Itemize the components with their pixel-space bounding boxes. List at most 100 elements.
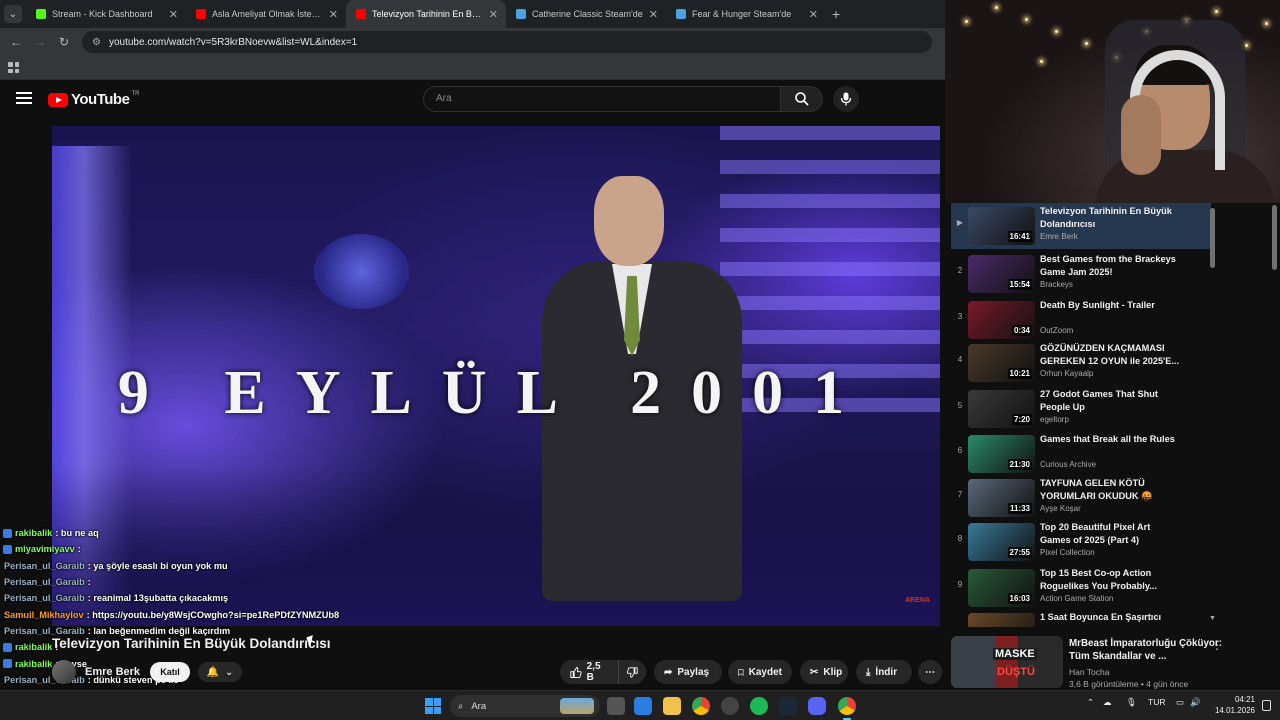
site-info-icon[interactable]: ⚙	[92, 37, 101, 48]
url-field[interactable]: ⚙ youtube.com/watch?v=5R3krBNoevw&list=W…	[82, 31, 932, 53]
chrome-active-icon[interactable]	[838, 697, 856, 720]
like-button[interactable]: 2,5 B	[560, 660, 618, 684]
playlist-item-title[interactable]: 27 Godot Games That Shut People Up	[1040, 388, 1180, 414]
playlist-scrollbar[interactable]	[1210, 208, 1215, 268]
playlist-item[interactable]: ▶ 16:41 Televizyon Tarihinin En Büyük Dola…	[951, 203, 1211, 249]
channel-info[interactable]: Emre Berk	[52, 660, 140, 684]
search-input[interactable]: Ara	[423, 86, 781, 112]
playlist-item-title[interactable]: GÖZÜNÜZDEN KAÇMAMASI GEREKEN 12 OYUN ile…	[1040, 342, 1180, 368]
more-icon[interactable]: ⋮	[1211, 638, 1223, 652]
playlist-item-title[interactable]: Top 20 Beautiful Pixel Art Games of 2025…	[1040, 521, 1180, 547]
playlist-item-channel[interactable]: Action Game Station	[1040, 594, 1113, 603]
save-button[interactable]: Kaydet	[728, 660, 792, 684]
page-scrollbar[interactable]	[1272, 205, 1277, 270]
new-tab-button[interactable]: +	[832, 6, 840, 22]
playlist-item-title[interactable]: Games that Break all the Rules	[1040, 433, 1180, 446]
playlist-thumbnail[interactable]: 7:20	[968, 390, 1035, 428]
notifications-icon[interactable]	[1262, 700, 1271, 711]
playlist-item[interactable]: 6 21:30 Games that Break all the Rules Curi…	[951, 431, 1211, 477]
suggested-video[interactable]: MASKE DÜŞTÜ MrBeast İmparatorluğu Çöküyo…	[951, 636, 1266, 690]
playlist-thumbnail[interactable]: 27:55	[968, 523, 1035, 561]
close-icon[interactable]: ✕	[809, 8, 818, 21]
mic-icon[interactable]: 🎙	[1126, 697, 1137, 708]
suggested-channel[interactable]: Han Tocha	[1069, 667, 1109, 677]
forward-icon[interactable]: →	[28, 35, 52, 49]
playlist-thumbnail[interactable]: 0:34	[968, 301, 1035, 339]
playlist-thumbnail[interactable]: 16:41	[968, 207, 1035, 245]
playlist-thumbnail[interactable]	[968, 613, 1035, 627]
scroll-down-icon[interactable]: ▼	[1209, 615, 1216, 622]
playlist-item-channel[interactable]: Curious Archive	[1040, 460, 1096, 469]
playlist-thumbnail[interactable]: 16:03	[968, 569, 1035, 607]
app-icon[interactable]	[721, 697, 739, 715]
tab-search-icon[interactable]: ⌄	[4, 5, 22, 23]
browser-tab[interactable]: Stream - Kick Dashboard ✕	[26, 0, 186, 28]
playlist-thumbnail[interactable]: 11:33	[968, 479, 1035, 517]
channel-name[interactable]: Emre Berk	[85, 666, 140, 678]
playlist-item-title[interactable]: TAYFUNA GELEN KÖTÜ YORUMLARI OKUDUK 🤬 ÇO…	[1040, 477, 1180, 504]
playlist-item-channel[interactable]: Ayşe Koşar	[1040, 504, 1081, 513]
playlist-item[interactable]: 9 16:03 Top 15 Best Co-op Action Roguelike…	[951, 565, 1211, 611]
volume-icon[interactable]: 🔊	[1190, 697, 1201, 708]
search-button[interactable]	[781, 86, 823, 112]
spotify-icon[interactable]	[750, 697, 768, 715]
avatar[interactable]	[52, 660, 76, 684]
steam-icon[interactable]	[779, 697, 797, 715]
youtube-logo[interactable]: YouTube TR	[48, 91, 139, 108]
playlist-item-title[interactable]: Best Games from the Brackeys Game Jam 20…	[1040, 253, 1180, 279]
suggested-thumbnail[interactable]: MASKE DÜŞTÜ	[951, 636, 1063, 688]
subscription-bell-button[interactable]: 🔔 ⌄	[198, 662, 242, 682]
dislike-button[interactable]	[618, 660, 646, 684]
browser-tab[interactable]: Catherine Classic Steam'de ✕	[506, 0, 666, 28]
download-button[interactable]: ⤓ İndir	[856, 660, 912, 684]
close-icon[interactable]: ✕	[489, 8, 498, 21]
browser-tab[interactable]: Televizyon Tarihinin En Büyük Dolandırıc…	[346, 0, 506, 28]
playlist-thumbnail[interactable]: 21:30	[968, 435, 1035, 473]
reload-icon[interactable]: ↻	[52, 35, 76, 49]
playlist-item[interactable]: 5 7:20 27 Godot Games That Shut People Up e…	[951, 386, 1211, 432]
playlist-item-channel[interactable]: OutZoom	[1040, 326, 1073, 335]
playlist-item-title[interactable]: 1 Saat Boyunca En Şaşırtıcı	[1040, 611, 1180, 624]
system-clock[interactable]: 04:21 14.01.2026	[1205, 694, 1255, 716]
back-icon[interactable]: ←	[4, 35, 28, 49]
join-button[interactable]: Katıl	[150, 662, 190, 682]
clip-button[interactable]: ✂ Klip	[800, 660, 848, 684]
task-view-icon[interactable]	[607, 697, 625, 715]
tray-chevron-icon[interactable]: ⌃	[1087, 697, 1094, 708]
language-indicator[interactable]: TUR	[1148, 697, 1165, 707]
playlist-item[interactable]: 2 15:54 Best Games from the Brackeys Game …	[951, 251, 1211, 297]
playlist-item[interactable]: 8 27:55 Top 20 Beautiful Pixel Art Games o…	[951, 519, 1211, 565]
playlist-item-title[interactable]: Top 15 Best Co-op Action Roguelikes You …	[1040, 567, 1180, 593]
playlist-item[interactable]: 7 11:33 TAYFUNA GELEN KÖTÜ YORUMLARI OKUDU…	[951, 475, 1211, 521]
windows-icon[interactable]	[425, 698, 441, 714]
playlist-item[interactable]: 4 10:21 GÖZÜNÜZDEN KAÇMAMASI GEREKEN 12 OY…	[951, 340, 1211, 386]
playlist-item-channel[interactable]: Pixel Collection	[1040, 548, 1095, 557]
playlist-thumbnail[interactable]: 15:54	[968, 255, 1035, 293]
menu-icon[interactable]	[16, 92, 32, 104]
apps-icon[interactable]	[8, 62, 19, 73]
display-icon[interactable]: ▭	[1176, 697, 1184, 708]
playlist-item-channel[interactable]: Emre Berk	[1040, 232, 1078, 241]
chrome-icon[interactable]	[692, 697, 710, 715]
playlist-item-channel[interactable]: Orhun Kayaalp	[1040, 369, 1093, 378]
playlist-item-title[interactable]: Death By Sunlight - Trailer	[1040, 299, 1180, 312]
discord-icon[interactable]	[808, 697, 826, 715]
playlist-item[interactable]: 1 Saat Boyunca En Şaşırtıcı	[951, 609, 1211, 627]
close-icon[interactable]: ✕	[169, 8, 178, 21]
close-icon[interactable]: ✕	[329, 8, 338, 21]
file-explorer-icon[interactable]	[663, 697, 681, 715]
playlist-item-channel[interactable]: egeltorp	[1040, 415, 1069, 424]
browser-tab[interactable]: Asla Ameliyat Olmak İstemeyeceğiniz ✕	[186, 0, 346, 28]
close-icon[interactable]: ✕	[649, 8, 658, 21]
share-button[interactable]: ➦ Paylaş	[654, 660, 722, 684]
playlist-thumbnail[interactable]: 10:21	[968, 344, 1035, 382]
playlist-item-channel[interactable]: Brackeys	[1040, 280, 1073, 289]
store-icon[interactable]	[634, 697, 652, 715]
playlist-item[interactable]: 3 0:34 Death By Sunlight - Trailer OutZoom	[951, 297, 1211, 343]
network-icon[interactable]: ☁	[1103, 697, 1112, 708]
playlist-item-title[interactable]: Televizyon Tarihinin En Büyük Dolandırıc…	[1040, 205, 1180, 231]
taskbar-search[interactable]: ⌕ Ara	[450, 695, 600, 717]
voice-search-button[interactable]	[833, 86, 859, 112]
more-actions-button[interactable]: ⋯	[918, 660, 942, 684]
browser-tab[interactable]: Fear & Hunger Steam'de ✕	[666, 0, 826, 28]
